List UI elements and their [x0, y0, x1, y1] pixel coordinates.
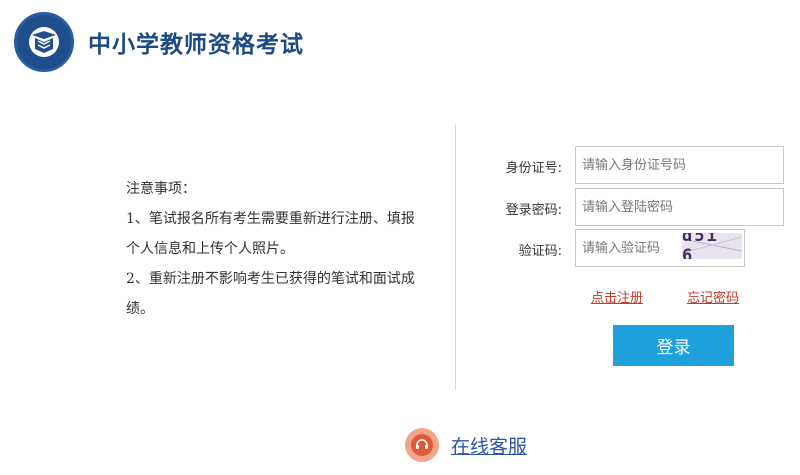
- notice-line: 绩。: [126, 301, 154, 317]
- id-number-input[interactable]: [575, 146, 784, 184]
- login-button[interactable]: 登录: [613, 325, 734, 366]
- vertical-divider: [455, 124, 456, 390]
- forgot-password-link[interactable]: 忘记密码: [687, 287, 739, 306]
- password-label: 登录密码:: [505, 203, 562, 218]
- education-seal-icon: [14, 12, 74, 72]
- notice-line: 2、重新注册不影响考生已获得的笔试和面试成: [126, 271, 415, 287]
- online-service[interactable]: 在线客服: [405, 428, 527, 462]
- id-number-label: 身份证号:: [505, 161, 562, 176]
- register-link[interactable]: 点击注册: [591, 287, 643, 306]
- captcha-label: 验证码:: [518, 244, 562, 259]
- captcha-image[interactable]: d5i 6: [682, 233, 742, 259]
- site-header: 中小学教师资格考试: [14, 10, 304, 74]
- customer-service-icon[interactable]: [405, 428, 439, 462]
- notice-panel: 注意事项： 1、笔试报名所有考生需要重新进行注册、填报 个人信息和上传个人照片。…: [126, 174, 446, 324]
- password-input[interactable]: [575, 188, 784, 226]
- page-title: 中小学教师资格考试: [88, 32, 304, 58]
- online-service-link[interactable]: 在线客服: [451, 432, 527, 459]
- notice-line: 1、笔试报名所有考生需要重新进行注册、填报: [126, 211, 415, 227]
- notice-heading: 注意事项：: [126, 181, 196, 197]
- captcha-text: d5i 6: [682, 233, 719, 259]
- notice-line: 个人信息和上传个人照片。: [126, 241, 294, 257]
